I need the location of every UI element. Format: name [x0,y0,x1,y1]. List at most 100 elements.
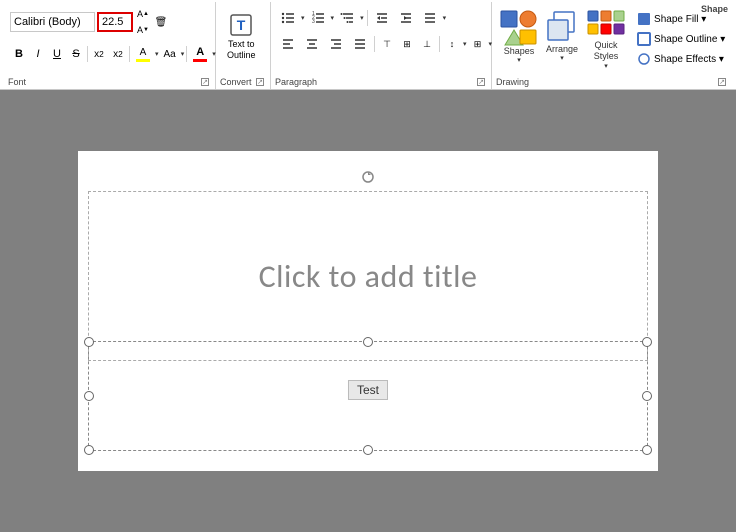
text-box-selected[interactable]: Test [88,341,648,451]
bold-button[interactable]: B [10,44,28,64]
highlight-dropdown[interactable]: ▾ [155,50,159,58]
multilevel-dropdown[interactable]: ▾ [360,14,364,22]
increase-font-button[interactable]: A▲ [135,6,151,22]
increase-indent-button[interactable] [395,8,417,28]
divider3 [186,46,187,62]
arrange-label: Arrange [546,44,578,54]
shape-header: Shape [701,4,728,14]
drawing-group-label: Drawing ↗ [492,77,732,87]
numbering-icon: 123 [311,11,325,25]
spacing-dropdown[interactable]: ▾ [443,14,447,22]
shapes-label: Shapes [504,46,535,56]
italic-button[interactable]: I [29,44,47,64]
handle-tm[interactable] [363,337,373,347]
line-spacing-button[interactable] [419,8,441,28]
divider-para3 [439,36,440,52]
divider [87,46,88,62]
convert-group-label: Convert ↗ [216,77,270,87]
convert-content: T Text toOutline [222,4,261,64]
handle-bm[interactable] [363,445,373,455]
decrease-indent-button[interactable] [371,8,393,28]
align-top-button[interactable]: ⊤ [378,34,396,54]
numbering-button[interactable]: 123 [307,8,329,28]
direction-dropdown[interactable]: ▾ [463,40,467,48]
font-color-label: A [196,46,204,58]
slide-area[interactable]: Click to add title Test [78,151,658,471]
handle-bl[interactable] [84,445,94,455]
highlight-bar [136,59,150,62]
font-size-input[interactable] [97,12,133,32]
columns-button[interactable]: ⊞ [469,34,487,54]
text-to-outline-icon: T [227,11,255,39]
subscript-button[interactable]: x2 [90,44,108,64]
align-bottom-button[interactable]: ⊥ [418,34,436,54]
bullets-button[interactable] [277,8,299,28]
para-row1: ▾ 123 ▾ ▾ [277,6,492,30]
font-size-arrows: A▲ A▼ [135,6,151,38]
highlight-button[interactable]: A [132,44,154,64]
multilevel-icon [340,11,354,25]
arrange-icon [546,10,578,44]
text-direction-button[interactable]: ↕ [443,34,461,54]
font-name-input[interactable] [10,12,95,32]
paragraph-rows: ▾ 123 ▾ ▾ [277,4,492,56]
underline-button[interactable]: U [48,44,66,64]
para-row2: ⊤ ⊞ ⊥ ↕ ▾ ⊞ ▾ [277,32,492,56]
rotation-handle[interactable] [361,170,375,187]
clear-format-button[interactable]: 🗑 [153,14,169,30]
handle-br[interactable] [642,445,652,455]
arrange-button[interactable]: Arrange ▾ [544,8,580,64]
align-left-icon [281,37,295,51]
multilevel-button[interactable] [336,8,358,28]
paragraph-expand-icon[interactable]: ↗ [477,78,485,86]
quick-styles-dropdown[interactable]: ▾ [604,62,608,70]
bullets-dropdown[interactable]: ▾ [301,14,305,22]
text-box-label: Test [348,380,388,400]
numbering-dropdown[interactable]: ▾ [331,14,335,22]
handle-mr[interactable] [642,391,652,401]
align-center-button[interactable] [301,34,323,54]
quick-styles-label: QuickStyles [594,40,619,62]
font-expand-icon[interactable]: ↗ [201,78,209,86]
drawing-group: Shape Shapes ▾ [492,2,732,89]
align-middle-button[interactable]: ⊞ [398,34,416,54]
bullets-icon [281,11,295,25]
handle-tr[interactable] [642,337,652,347]
shape-effects-button[interactable]: Shape Effects ▾ [632,50,730,68]
ribbon-toolbar: A▲ A▼ 🗑 B I U S x2 x2 A [0,0,736,89]
change-case-dropdown[interactable]: ▾ [181,50,185,58]
shape-effects-label: Shape Effects ▾ [654,54,724,65]
line-spacing-icon [423,11,437,25]
shapes-dropdown[interactable]: ▾ [517,56,521,64]
convert-expand-icon[interactable]: ↗ [256,78,264,86]
handle-tl[interactable] [84,337,94,347]
align-right-button[interactable] [325,34,347,54]
handle-ml[interactable] [84,391,94,401]
shapes-button[interactable]: Shapes ▾ [498,8,540,66]
paragraph-group-label: Paragraph ↗ [271,77,491,87]
main-content: Click to add title Test [0,90,736,532]
drawing-content: Shapes ▾ Arrange ▾ [498,4,730,87]
svg-text:3: 3 [312,19,315,25]
change-case-button[interactable]: Aa [160,44,180,64]
quick-styles-button[interactable]: QuickStyles ▾ [584,8,628,72]
strikethrough-button[interactable]: S [67,44,85,64]
justify-button[interactable] [349,34,371,54]
title-placeholder[interactable]: Click to add title [88,191,648,361]
text-to-outline-label: Text toOutline [227,39,256,61]
align-right-icon [329,37,343,51]
font-group-label: Font ↗ [4,77,215,87]
shape-outline-button[interactable]: Shape Outline ▾ [632,30,730,48]
arrange-dropdown[interactable]: ▾ [560,54,564,62]
rotation-handle-icon [361,170,375,184]
align-left-button[interactable] [277,34,299,54]
shape-options: Shape Fill ▾ Shape Outline ▾ Shape [632,8,730,68]
font-color-button[interactable]: A [189,44,211,64]
text-to-outline-button[interactable]: T Text toOutline [222,8,261,64]
shape-outline-icon [637,32,651,46]
paragraph-group: ▾ 123 ▾ ▾ [271,2,492,89]
align-center-icon [305,37,319,51]
drawing-expand-icon[interactable]: ↗ [718,78,726,86]
decrease-font-button[interactable]: A▼ [135,22,151,38]
superscript-button[interactable]: x2 [109,44,127,64]
